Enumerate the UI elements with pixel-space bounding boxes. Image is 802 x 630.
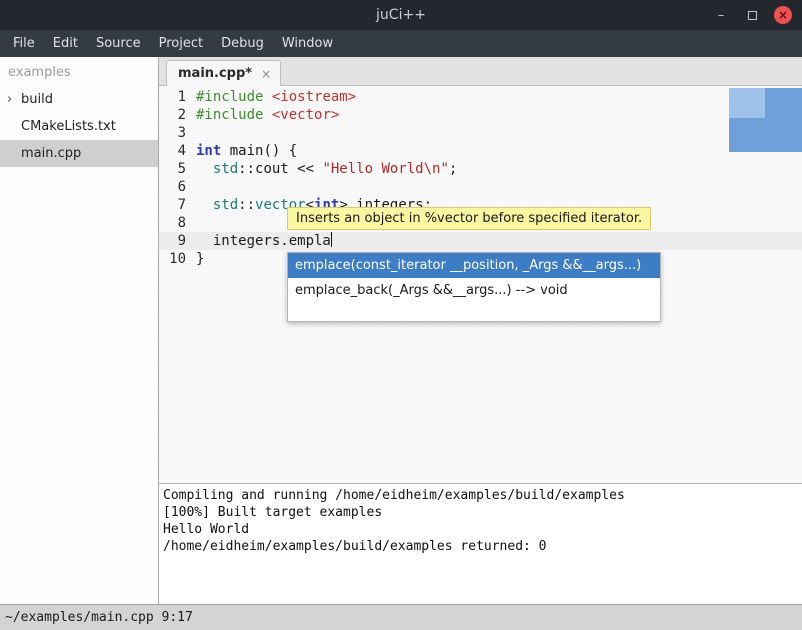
sidebar-item-cmakelists-txt[interactable]: CMakeLists.txt <box>0 113 158 140</box>
tab-close-icon[interactable]: × <box>261 67 271 81</box>
output-line: Compiling and running /home/eidheim/exam… <box>163 487 798 504</box>
line-number: 2 <box>159 106 193 124</box>
statusbar-location: ~/examples/main.cpp 9:17 <box>5 610 193 625</box>
tab-main-cpp[interactable]: main.cpp* × <box>166 60 281 86</box>
titlebar: juCi++ – × <box>0 0 802 30</box>
menu-window[interactable]: Window <box>273 33 342 54</box>
window-title: juCi++ <box>0 7 802 23</box>
statusbar: ~/examples/main.cpp 9:17 <box>0 604 802 630</box>
completion-item[interactable]: emplace_back(_Args &&__args...) --> void <box>288 278 660 303</box>
code-line-6[interactable] <box>193 178 802 196</box>
code-line-2[interactable]: #include <vector> <box>193 106 802 124</box>
file-label: build <box>21 92 53 107</box>
text-cursor <box>331 232 332 247</box>
build-output-panel: Compiling and running /home/eidheim/exam… <box>159 483 802 604</box>
tab-label: main.cpp* <box>178 66 252 81</box>
close-button[interactable]: × <box>774 6 792 24</box>
code-line-9[interactable]: integers.empla <box>193 232 802 250</box>
project-name-label: examples <box>0 57 158 86</box>
tabbar: main.cpp* × <box>159 57 802 86</box>
main-content: examples ›build CMakeLists.txt main.cpp ma… <box>0 57 802 604</box>
code-line-4[interactable]: int main() { <box>193 142 802 160</box>
line-number: 1 <box>159 88 193 106</box>
line-number: 7 <box>159 196 193 214</box>
window-controls: – × <box>712 0 792 30</box>
line-number: 6 <box>159 178 193 196</box>
menu-edit[interactable]: Edit <box>44 33 87 54</box>
expander-chevron-icon[interactable]: › <box>7 93 21 106</box>
file-tree: ›build CMakeLists.txt main.cpp <box>0 86 158 167</box>
menu-debug[interactable]: Debug <box>212 33 273 54</box>
output-line: /home/eidheim/examples/build/examples re… <box>163 538 798 555</box>
file-tree-panel: examples ›build CMakeLists.txt main.cpp <box>0 57 159 604</box>
maximize-icon <box>748 11 757 20</box>
close-icon: × <box>778 9 788 21</box>
doc-tooltip: Inserts an object in %vector before spec… <box>287 207 651 230</box>
scrollbar-thumb[interactable] <box>729 88 802 152</box>
file-label: CMakeLists.txt <box>21 119 116 134</box>
app-window: juCi++ – × FileEditSourceProjectDebugWin… <box>0 0 802 630</box>
menu-project[interactable]: Project <box>150 33 212 54</box>
completion-item[interactable]: emplace(const_iterator __position, _Args… <box>288 253 660 278</box>
output-line: [100%] Built target examples <box>163 504 798 521</box>
menu-file[interactable]: File <box>4 33 44 54</box>
code-editor[interactable]: 12345678910 #include <iostream>#include … <box>159 86 802 483</box>
scrollbar-highlight <box>729 88 765 118</box>
code-line-1[interactable]: #include <iostream> <box>193 88 802 106</box>
minimize-icon: – <box>718 8 725 23</box>
line-number: 9 <box>159 232 193 250</box>
output-line: Hello World <box>163 521 798 538</box>
minimize-button[interactable]: – <box>712 6 730 24</box>
maximize-button[interactable] <box>743 6 761 24</box>
menubar: FileEditSourceProjectDebugWindow <box>0 30 802 57</box>
line-number: 4 <box>159 142 193 160</box>
line-number-gutter: 12345678910 <box>159 86 193 483</box>
line-number: 3 <box>159 124 193 142</box>
editor-pane: main.cpp* × 12345678910 #include <iostre… <box>159 57 802 604</box>
menu-source[interactable]: Source <box>87 33 150 54</box>
file-label: main.cpp <box>21 146 81 161</box>
line-number: 10 <box>159 250 193 268</box>
code-line-3[interactable] <box>193 124 802 142</box>
line-number: 5 <box>159 160 193 178</box>
code-line-5[interactable]: std::cout << "Hello World\n"; <box>193 160 802 178</box>
sidebar-item-build[interactable]: ›build <box>0 86 158 113</box>
completion-popup: emplace(const_iterator __position, _Args… <box>287 252 661 322</box>
line-number: 8 <box>159 214 193 232</box>
sidebar-item-main-cpp[interactable]: main.cpp <box>0 140 158 167</box>
